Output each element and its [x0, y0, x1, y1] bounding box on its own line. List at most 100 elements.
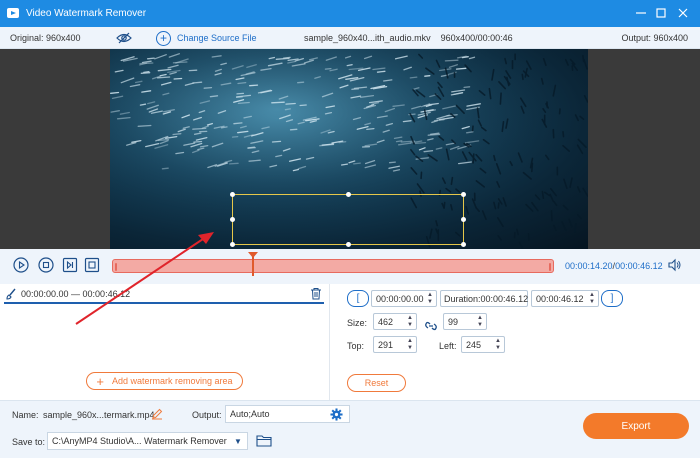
set-end-button[interactable]: ]: [601, 290, 623, 307]
fish-mark: [209, 95, 219, 98]
up-arrow-icon[interactable]: ▲: [427, 292, 433, 298]
volume-icon[interactable]: [667, 258, 681, 272]
down-arrow-icon[interactable]: ▼: [477, 322, 483, 328]
fish-mark: [193, 140, 203, 143]
width-field[interactable]: 462 ▲ ▼: [373, 313, 417, 330]
down-arrow-icon[interactable]: ▼: [427, 299, 433, 305]
window-title: Video Watermark Remover: [26, 8, 147, 19]
change-source-button[interactable]: + Change Source File: [156, 29, 257, 47]
down-arrow-icon[interactable]: ▼: [407, 322, 413, 328]
up-arrow-icon[interactable]: ▲: [407, 338, 413, 344]
size-label: Size:: [347, 318, 368, 328]
fish-mark: [497, 202, 500, 209]
fish-mark: [376, 70, 386, 73]
original-resolution: Original: 960x400: [10, 33, 81, 43]
segment-row[interactable]: 00:00:00.00 — 00:00:46.12: [4, 286, 324, 304]
link-icon[interactable]: [425, 320, 437, 332]
stop-button[interactable]: [38, 257, 54, 273]
play-icon: [13, 257, 29, 273]
minimize-button[interactable]: [632, 4, 650, 22]
down-arrow-icon[interactable]: ▼: [589, 299, 595, 305]
save-path-dropdown[interactable]: C:\AnyMP4 Studio\A... Watermark Remover …: [47, 432, 248, 450]
playhead[interactable]: [248, 252, 258, 276]
duration-value: 00:00:46.12: [480, 293, 529, 304]
fish-mark: [161, 167, 169, 170]
maximize-button[interactable]: [652, 4, 670, 22]
up-arrow-icon[interactable]: ▲: [589, 292, 595, 298]
play-button[interactable]: [13, 257, 29, 273]
end-time-field[interactable]: 00:00:46.12 ▲ ▼: [531, 290, 599, 307]
close-button[interactable]: [674, 4, 692, 22]
fish-mark: [289, 128, 298, 131]
top-label: Top:: [347, 341, 365, 351]
maximize-icon: [656, 8, 666, 18]
minimize-icon: [636, 12, 646, 14]
fish-mark: [395, 140, 403, 143]
source-file-name: sample_960x40...ith_audio.mkv: [304, 33, 431, 43]
add-circle-icon: +: [156, 30, 171, 46]
app-icon: [7, 8, 19, 18]
timeline-track[interactable]: [112, 259, 554, 273]
watermark-selection-box[interactable]: [232, 194, 464, 245]
height-stepper[interactable]: ▲ ▼: [476, 315, 484, 328]
export-button[interactable]: Export: [583, 413, 689, 439]
up-arrow-icon[interactable]: ▲: [477, 315, 483, 321]
fish-mark: [247, 147, 257, 149]
height-field[interactable]: 99 ▲ ▼: [443, 313, 487, 330]
segment-time-range: 00:00:00.00 — 00:00:46.12: [21, 289, 131, 299]
resize-handle[interactable]: [461, 192, 466, 197]
snapshot-button[interactable]: [84, 257, 100, 273]
down-arrow-icon[interactable]: ▼: [407, 345, 413, 351]
up-arrow-icon[interactable]: ▲: [495, 338, 501, 344]
folder-icon[interactable]: [256, 434, 272, 447]
eye-hidden-icon[interactable]: [116, 31, 132, 45]
save-path-value: C:\AnyMP4 Studio\A... Watermark Remover: [52, 436, 227, 446]
resize-handle[interactable]: [230, 192, 235, 197]
fish-mark: [285, 102, 296, 105]
resize-handle[interactable]: [230, 217, 235, 222]
fish-mark: [550, 210, 553, 222]
resize-handle[interactable]: [461, 242, 466, 247]
pencil-icon[interactable]: [151, 408, 163, 420]
resize-handle[interactable]: [346, 192, 351, 197]
snapshot-icon: [84, 257, 100, 273]
resize-handle[interactable]: [346, 242, 351, 247]
fish-mark: [427, 133, 441, 136]
end-time-stepper[interactable]: ▲ ▼: [588, 292, 596, 305]
timeline-start-handle[interactable]: [115, 263, 117, 271]
trash-icon[interactable]: [310, 287, 322, 300]
fish-mark: [249, 84, 259, 87]
end-time-value: 00:00:46.12: [536, 293, 584, 304]
set-start-button[interactable]: [: [347, 290, 369, 307]
width-value: 462: [378, 316, 394, 327]
fish-mark: [499, 92, 502, 105]
fish-mark: [236, 92, 245, 95]
fish-mark: [231, 135, 239, 138]
chevron-down-icon[interactable]: ▼: [229, 433, 247, 449]
gear-icon[interactable]: [330, 408, 343, 421]
reset-button[interactable]: Reset: [347, 374, 406, 392]
source-file-meta: 960x400/00:00:46: [440, 33, 513, 43]
fish-mark: [573, 223, 577, 233]
add-watermark-area-button[interactable]: + Add watermark removing area: [86, 372, 243, 390]
start-time-field[interactable]: 00:00:00.00 ▲ ▼: [371, 290, 437, 307]
down-arrow-icon[interactable]: ▼: [495, 345, 501, 351]
top-field[interactable]: 291 ▲ ▼: [373, 336, 417, 353]
duration-display: Duration: 00:00:46.12: [440, 290, 528, 307]
start-time-stepper[interactable]: ▲ ▼: [426, 292, 434, 305]
left-field[interactable]: 245 ▲ ▼: [461, 336, 505, 353]
up-arrow-icon[interactable]: ▲: [407, 315, 413, 321]
output-format-field[interactable]: Auto;Auto: [225, 405, 350, 423]
left-stepper[interactable]: ▲ ▼: [494, 338, 502, 351]
fish-mark: [192, 127, 207, 130]
resize-handle[interactable]: [461, 217, 466, 222]
fish-mark: [402, 120, 412, 123]
fish-mark: [157, 138, 170, 141]
width-stepper[interactable]: ▲ ▼: [406, 315, 414, 328]
timeline-end-handle[interactable]: [549, 263, 551, 271]
resize-handle[interactable]: [230, 242, 235, 247]
time-display: 00:00:14.20/00:00:46.12: [565, 261, 663, 271]
top-stepper[interactable]: ▲ ▼: [406, 338, 414, 351]
reset-label: Reset: [364, 378, 389, 388]
next-frame-button[interactable]: [62, 257, 78, 273]
